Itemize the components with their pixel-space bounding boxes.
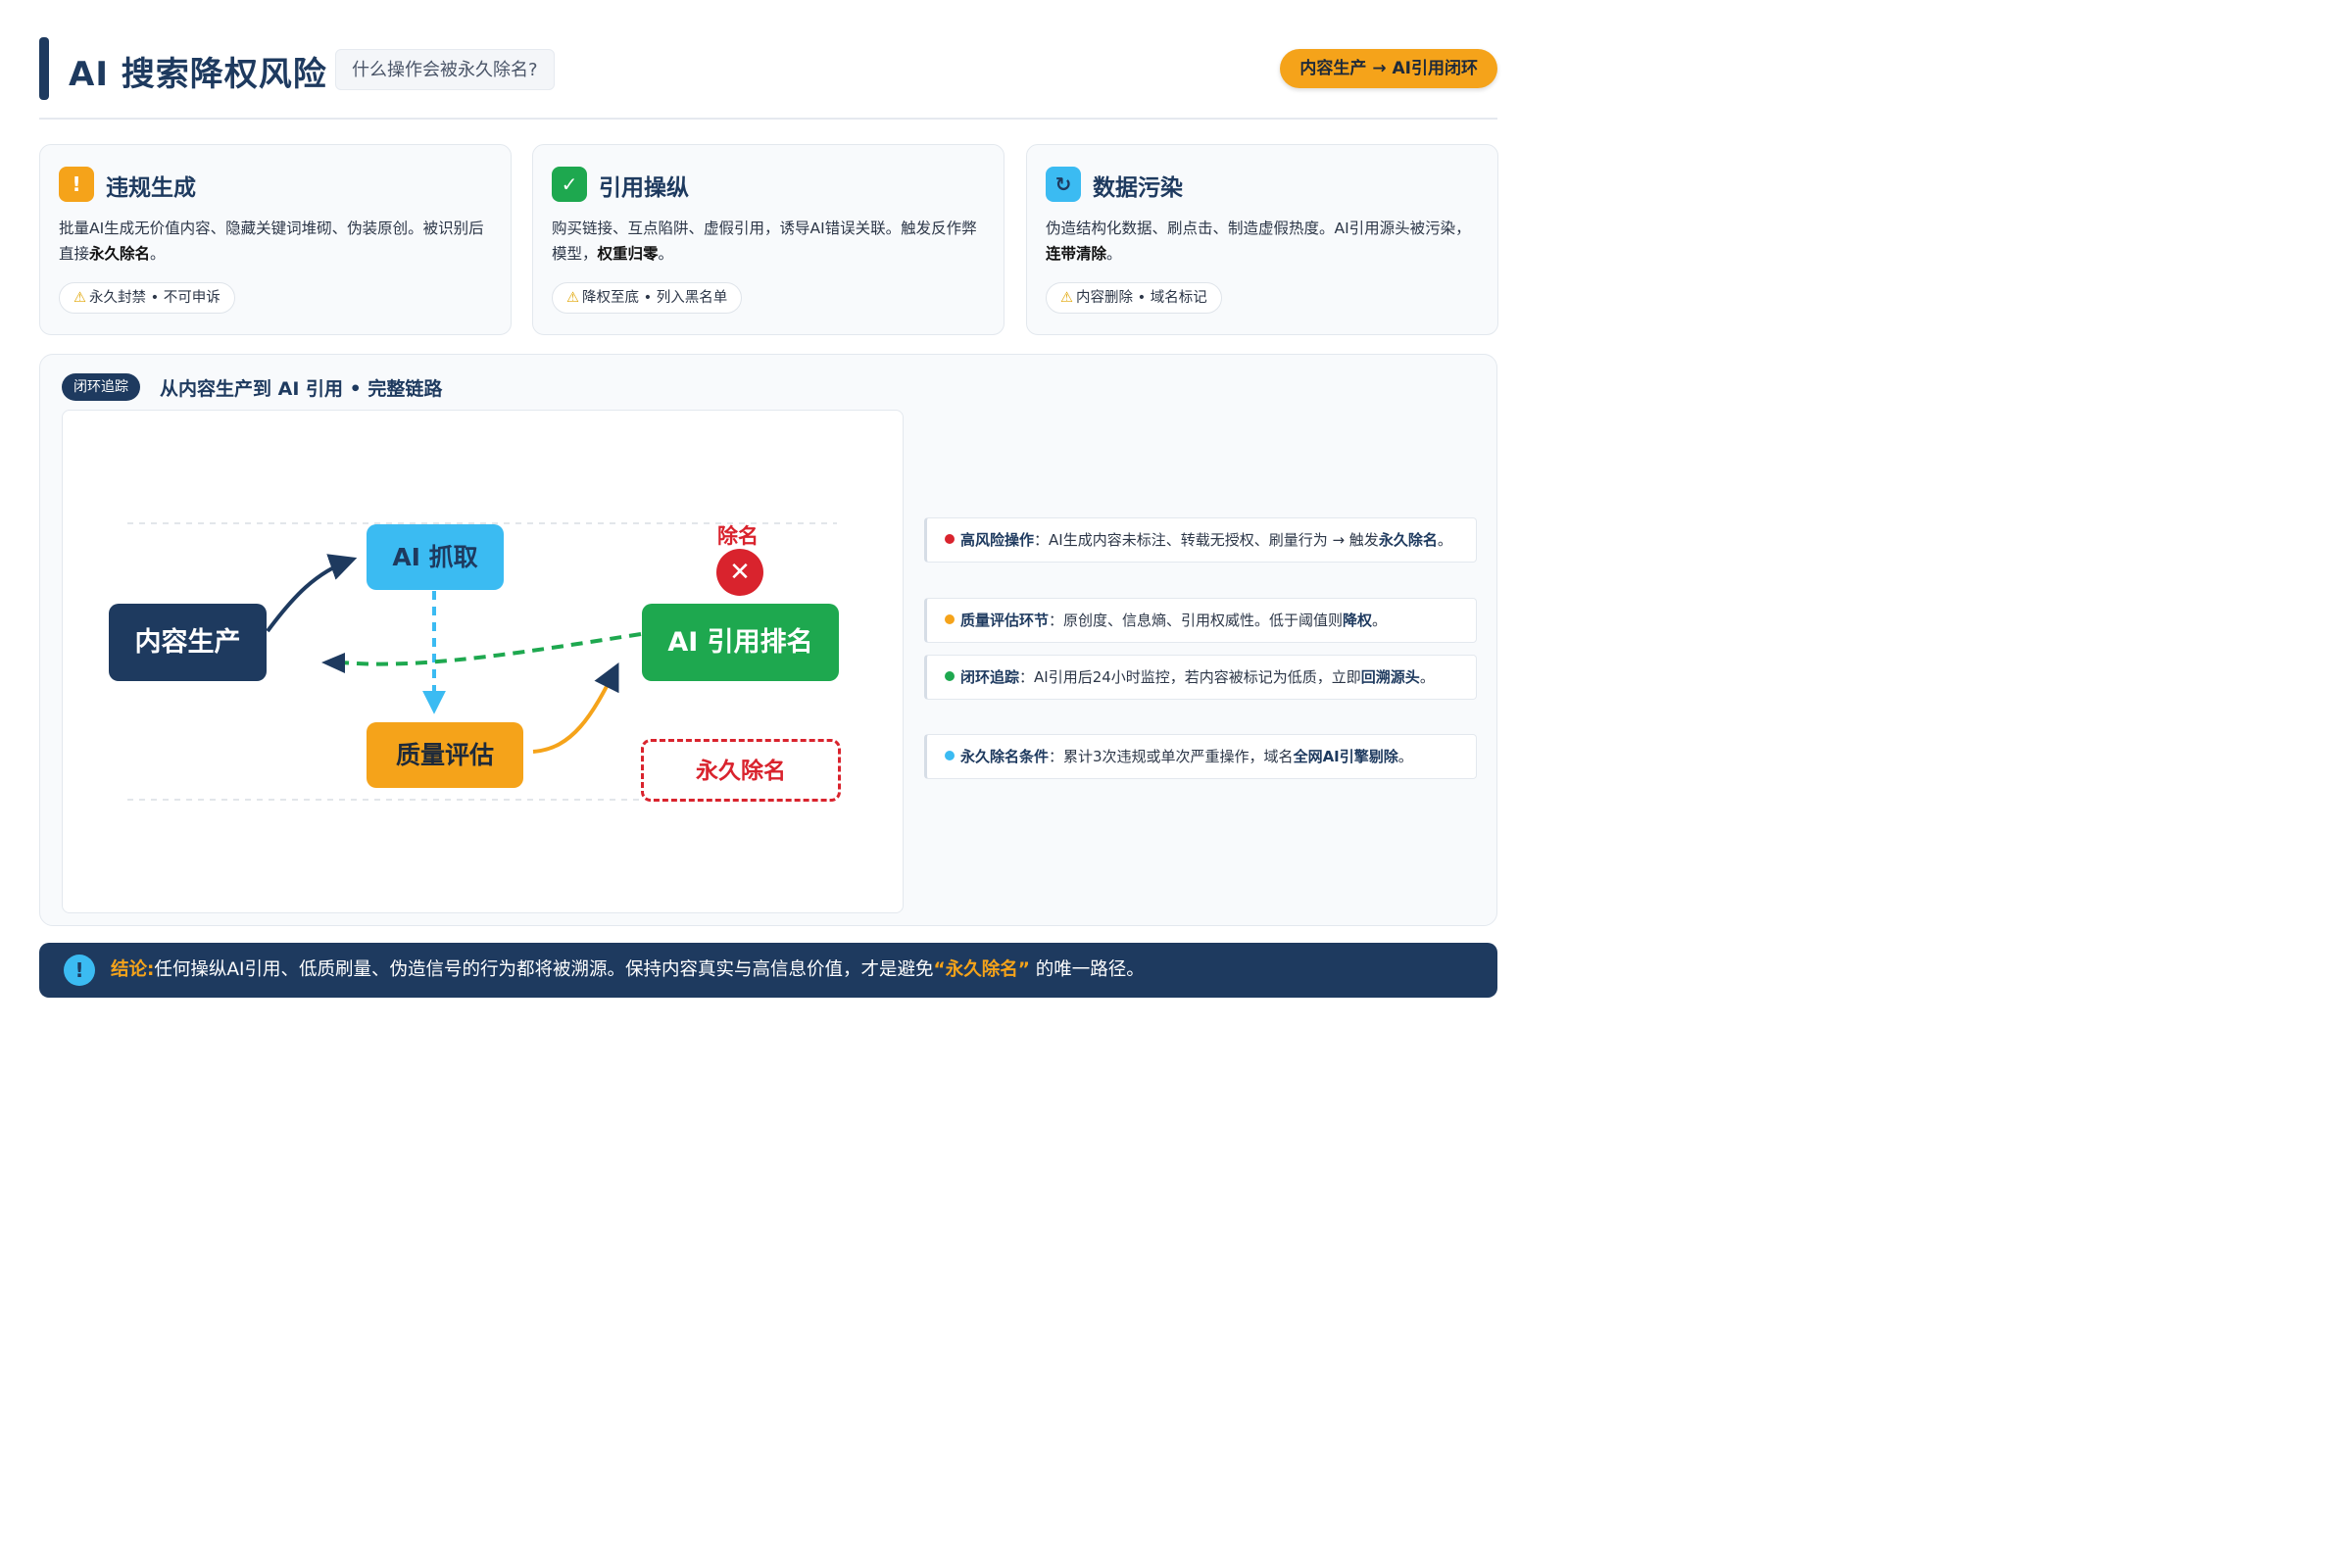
card-description: 批量AI生成无价值内容、隐藏关键词堆砌、伪装原创。被识别后直接永久除名。 (59, 220, 484, 263)
node-ai-citation-rank: AI 引用排名 (642, 604, 839, 681)
card-tag: ⚠ 内容删除 • 域名标记 (1046, 282, 1222, 314)
card-description: 购买链接、互点陷阱、虚假引用，诱导AI错误关联。触发反作弊模型，权重归零。 (552, 220, 977, 263)
orange-dot-icon (945, 614, 955, 624)
info-icon: ! (64, 955, 95, 986)
node-quality-assessment: 质量评估 (367, 722, 523, 788)
risk-card-pollution: ↻ 数据污染 伪造结构化数据、刷点击、制造虚假热度。AI引用源头被污染，连带清除… (1026, 144, 1498, 335)
card-description: 伪造结构化数据、刷点击、制造虚假热度。AI引用源头被污染，连带清除。 (1046, 220, 1471, 263)
node-ai-crawl: AI 抓取 (367, 524, 504, 590)
note-high-risk: 高风险操作：AI生成内容未标注、转载无授权、刷量行为 → 触发永久除名。 (924, 517, 1477, 563)
warning-icon: ⚠ (1060, 290, 1073, 306)
card-tag: ⚠ 降权至底 • 列入黑名单 (552, 282, 743, 314)
flow-pill: 内容生产 → AI引用闭环 (1280, 49, 1497, 88)
note-removal-condition: 永久除名条件：累计3次违规或单次严重操作，域名全网AI引擎剔除。 (924, 734, 1477, 779)
header-divider (39, 118, 1497, 120)
card-title: 违规生成 (106, 175, 196, 201)
warning-icon: ⚠ (74, 290, 86, 306)
conclusion-banner: ! 结论:任何操纵AI引用、低质刷量、伪造信号的行为都将被溯源。保持内容真实与高… (39, 943, 1497, 998)
arrow-rank-feedback-head (321, 653, 345, 673)
blue-dot-icon (945, 751, 955, 760)
note-quality: 质量评估环节：原创度、信息熵、引用权威性。低于阈值则降权。 (924, 598, 1477, 643)
check-icon: ✓ (552, 167, 587, 202)
green-dot-icon (945, 671, 955, 681)
refresh-icon: ↻ (1046, 167, 1081, 202)
page-header: AI 搜索降权风险 什么操作会被永久除名? 内容生产 → AI引用闭环 (39, 37, 1497, 100)
card-title: 引用操纵 (599, 175, 689, 201)
flow-heading: 从内容生产到 AI 引用 • 完整链路 (160, 378, 443, 400)
card-title: 数据污染 (1093, 175, 1183, 201)
arrow-rank-feedback (338, 632, 642, 666)
risk-card-manipulation: ✓ 引用操纵 购买链接、互点陷阱、虚假引用，诱导AI错误关联。触发反作弊模型，权… (532, 144, 1004, 335)
flow-panel: 闭环追踪 从内容生产到 AI 引用 • 完整链路 内容生产 AI 抓取 质量评估… (39, 354, 1497, 926)
flow-diagram: 内容生产 AI 抓取 质量评估 AI 引用排名 永久除名 除名 ✕ (62, 410, 904, 913)
card-tag: ⚠ 永久封禁 • 不可申诉 (59, 282, 235, 314)
title-accent-bar (39, 37, 49, 100)
node-permanent-removal: 永久除名 (641, 739, 841, 802)
close-icon: ✕ (716, 549, 763, 596)
conclusion-text: 结论:任何操纵AI引用、低质刷量、伪造信号的行为都将被溯源。保持内容真实与高信息… (111, 959, 1145, 980)
removal-label: 除名 (717, 524, 759, 548)
arrow-produce-to-crawl (266, 554, 358, 633)
risk-card-violation: ! 违规生成 批量AI生成无价值内容、隐藏关键词堆砌、伪装原创。被识别后直接永久… (39, 144, 512, 335)
page-subtitle: 什么操作会被永久除名? (335, 49, 555, 90)
exclamation-icon: ! (59, 167, 94, 202)
note-closed-loop: 闭环追踪：AI引用后24小时监控，若内容被标记为低质，立即回溯源头。 (924, 655, 1477, 700)
arrow-quality-to-rank (532, 662, 619, 754)
closed-loop-badge: 闭环追踪 (62, 373, 140, 401)
page-title: AI 搜索降权风险 (69, 55, 327, 94)
node-content-production: 内容生产 (109, 604, 267, 681)
red-dot-icon (945, 534, 955, 544)
warning-icon: ⚠ (566, 290, 579, 306)
